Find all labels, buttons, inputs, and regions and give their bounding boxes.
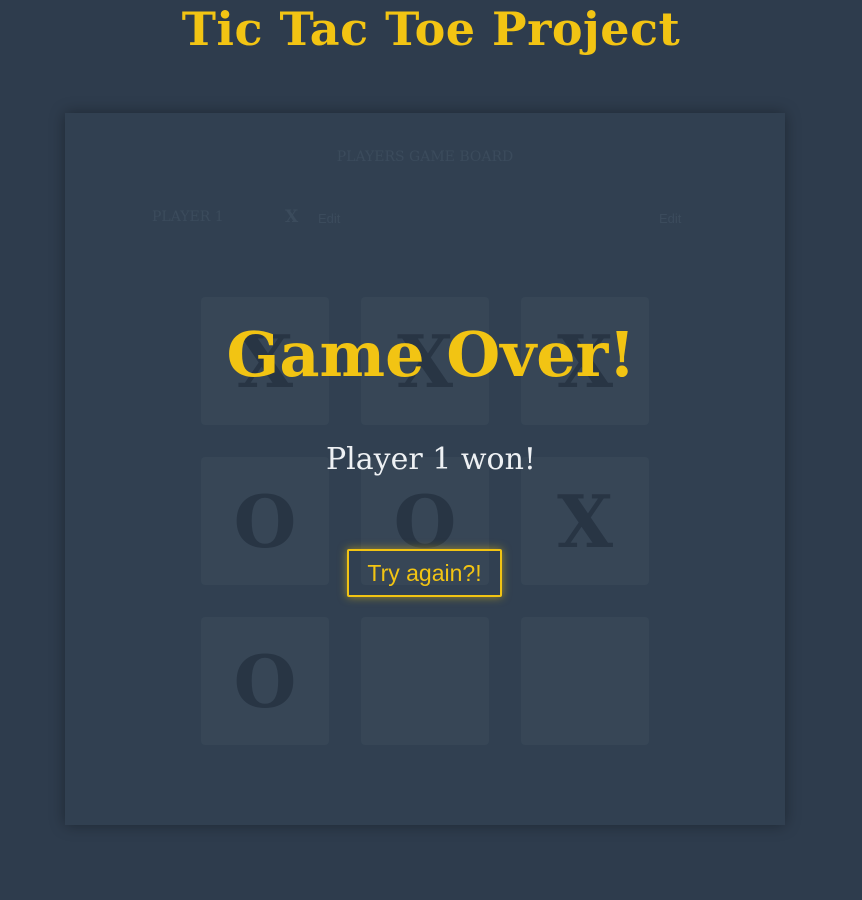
player1-name: PLAYER 1 bbox=[152, 209, 224, 225]
board-cell-8[interactable] bbox=[361, 617, 489, 745]
board-heading: PLAYERS GAME BOARD bbox=[336, 149, 514, 165]
page-title: Tic Tac Toe Project bbox=[181, 2, 681, 56]
try-again-button[interactable]: Try again?! bbox=[347, 549, 502, 597]
winner-message: Player 1 won! bbox=[326, 442, 536, 477]
game-over-title: Game Over! bbox=[226, 318, 636, 391]
board-cell-9[interactable] bbox=[521, 617, 649, 745]
board-cell-7[interactable]: O bbox=[201, 617, 329, 745]
player1-symbol: X bbox=[285, 207, 299, 227]
player2-edit-button[interactable]: Edit bbox=[659, 211, 681, 226]
player1-edit-button[interactable]: Edit bbox=[318, 211, 340, 226]
